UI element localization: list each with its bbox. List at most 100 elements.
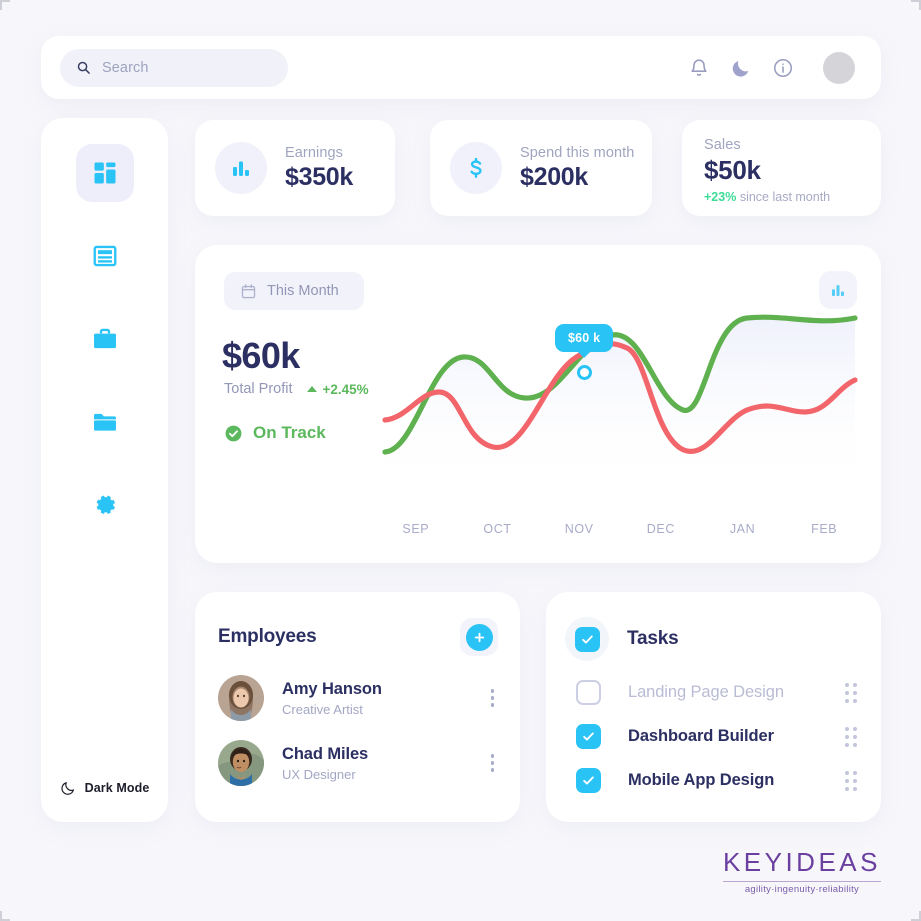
tasks-header: Tasks	[546, 592, 881, 661]
stat-label: Sales	[704, 137, 741, 153]
arrow-up-icon	[306, 386, 317, 392]
stat-value: $50k	[704, 155, 761, 185]
top-bar-actions	[688, 51, 859, 84]
profit-line-chart	[382, 314, 858, 490]
total-profit-label: Total Profit	[224, 381, 293, 397]
more-options-icon[interactable]	[490, 754, 499, 772]
crop-mark-top-left	[0, 0, 10, 10]
bar-chart-icon	[233, 161, 249, 176]
task-list-item[interactable]: Landing Page Design	[546, 680, 881, 705]
total-profit-amount: $60k	[222, 335, 300, 376]
sidebar: Dark Mode	[41, 118, 168, 822]
employees-header: Employees	[195, 592, 520, 656]
logo-divider	[722, 881, 881, 882]
task-label: Landing Page Design	[628, 683, 784, 701]
x-tick: FEB	[811, 522, 838, 536]
task-list-item[interactable]: Dashboard Builder	[546, 724, 881, 749]
stat-label: Earnings	[285, 144, 344, 161]
info-icon[interactable]	[772, 57, 794, 79]
profit-change-value: +2.45%	[322, 381, 369, 397]
chart-tooltip: $60 k	[555, 324, 614, 352]
task-checkbox[interactable]	[576, 680, 601, 705]
task-list-item[interactable]: Mobile App Design	[546, 768, 881, 793]
search-placeholder: Search	[102, 59, 149, 76]
folder-icon	[93, 413, 116, 431]
dashboard-icon	[94, 162, 115, 184]
calendar-icon	[241, 283, 256, 298]
stat-value: $350k	[285, 162, 354, 191]
stat-text: Earnings $350k	[285, 145, 353, 192]
chart-data-point-marker[interactable]	[577, 365, 592, 380]
sidebar-item-projects[interactable]	[76, 310, 134, 368]
stat-value: $200k	[520, 162, 589, 191]
avatar	[218, 675, 264, 721]
task-checkbox[interactable]	[576, 768, 601, 793]
sidebar-item-files[interactable]	[76, 393, 134, 451]
drag-handle-icon[interactable]	[845, 682, 859, 703]
logo-wordmark: KEYIDEAS	[722, 847, 881, 877]
employee-text: Chad Miles UX Designer	[282, 745, 368, 782]
top-bar: Search	[41, 36, 881, 99]
period-selector[interactable]: This Month	[224, 272, 364, 310]
employee-role: Creative Artist	[282, 701, 363, 717]
tasks-header-checkbox[interactable]	[574, 626, 600, 652]
user-avatar[interactable]	[823, 51, 855, 84]
dollar-icon	[470, 157, 482, 178]
profit-change: +2.45%	[306, 381, 369, 397]
total-profit-meta: Total Profit +2.45%	[224, 381, 369, 397]
x-tick: OCT	[483, 522, 512, 536]
stat-card-spend[interactable]: Spend this month $200k	[430, 120, 652, 216]
employee-role: UX Designer	[282, 766, 356, 782]
status-label: On Track	[253, 423, 326, 442]
check-icon	[581, 634, 593, 644]
sidebar-item-documents[interactable]	[76, 227, 134, 285]
tasks-title: Tasks	[627, 628, 679, 649]
crop-mark-bottom-left	[0, 911, 10, 921]
task-label: Mobile App Design	[628, 771, 775, 789]
x-tick: SEP	[402, 522, 430, 536]
stat-icon-wrap	[215, 142, 267, 194]
stat-card-earnings[interactable]: Earnings $350k	[195, 120, 395, 216]
sidebar-item-settings[interactable]	[76, 476, 134, 534]
check-icon	[583, 776, 594, 785]
x-tick: JAN	[729, 522, 756, 536]
moon-icon[interactable]	[730, 57, 752, 79]
stat-label: Spend this month	[520, 144, 635, 161]
task-checkbox[interactable]	[576, 724, 601, 749]
drag-handle-icon[interactable]	[845, 726, 859, 747]
x-tick: DEC	[646, 522, 675, 536]
dark-mode-label: Dark Mode	[84, 781, 150, 795]
period-label: This Month	[267, 283, 339, 299]
briefcase-icon	[93, 328, 116, 349]
check-circle-icon	[225, 425, 242, 441]
bell-icon[interactable]	[688, 57, 710, 79]
brand-logo: KEYIDEAS agility·ingenuity·reliability	[722, 847, 881, 895]
stat-card-sales[interactable]: Sales $50k +23% since last month	[682, 120, 881, 216]
crop-mark-bottom-right	[911, 911, 921, 921]
more-options-icon[interactable]	[490, 689, 499, 707]
employees-card: Employees Amy Hanson Creative Artist Cha…	[195, 592, 520, 822]
employee-name: Chad Miles	[282, 744, 369, 763]
x-tick: NOV	[564, 522, 594, 536]
crop-mark-top-right	[911, 0, 921, 10]
employee-list-item[interactable]: Amy Hanson Creative Artist	[195, 675, 520, 721]
gear-icon	[96, 495, 115, 514]
add-employee-button[interactable]	[460, 618, 498, 656]
profit-chart-panel: This Month $60k Total Profit +2.45% On T…	[195, 245, 881, 563]
bar-chart-icon	[832, 285, 844, 296]
search-icon	[76, 60, 91, 75]
search-input[interactable]: Search	[60, 48, 288, 87]
plus-icon	[465, 623, 493, 651]
tasks-header-check-wrap	[565, 617, 609, 661]
sidebar-item-dashboard[interactable]	[75, 144, 134, 202]
dark-mode-toggle[interactable]: Dark Mode	[60, 780, 150, 796]
tasks-card: Tasks Landing Page Design Dashboard Buil…	[546, 592, 881, 822]
check-icon	[583, 732, 594, 741]
document-icon	[93, 245, 116, 267]
employee-list-item[interactable]: Chad Miles UX Designer	[195, 740, 520, 786]
employee-name: Amy Hanson	[282, 679, 382, 698]
task-label: Dashboard Builder	[628, 727, 774, 745]
logo-tagline: agility·ingenuity·reliability	[744, 884, 860, 895]
employees-title: Employees	[218, 626, 317, 647]
drag-handle-icon[interactable]	[845, 770, 859, 791]
